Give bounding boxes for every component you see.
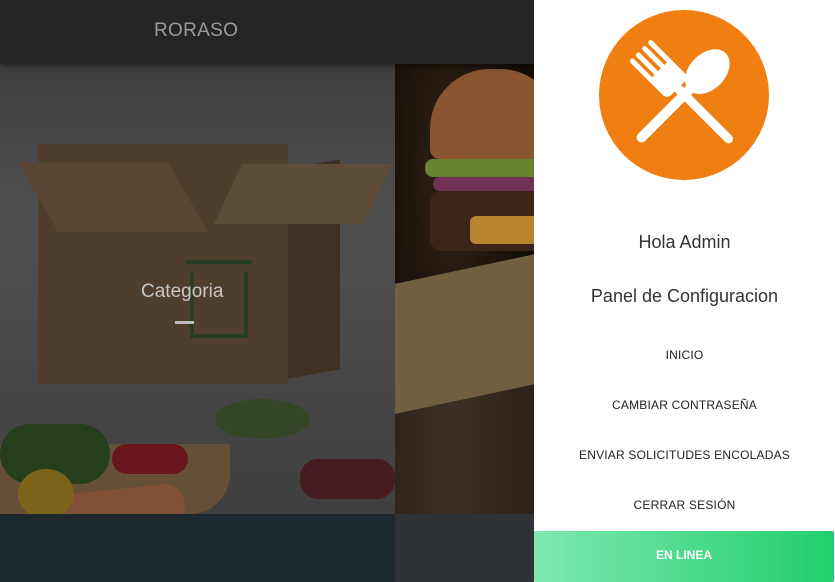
fork-spoon-logo-icon — [599, 10, 769, 180]
burger-cheese-image — [470, 216, 535, 244]
online-status-bar: EN LINEA — [534, 531, 834, 582]
menu-item-send-queued-requests[interactable]: ENVIAR SOLICITUDES ENCOLADAS — [534, 440, 835, 470]
app-bar: RORASO — [0, 0, 534, 64]
greeting-text: Hola Admin — [638, 232, 731, 252]
panel-title: Panel de Configuracion — [590, 286, 779, 306]
burger-onion-image — [433, 177, 535, 191]
burger-lettuce-image — [425, 159, 535, 177]
menu-item-logout[interactable]: CERRAR SESIÓN — [534, 490, 835, 520]
burger-bun-image — [430, 69, 535, 159]
category-tile-label: Categoria — [141, 281, 224, 302]
app-screen: RORASO Categoria Hola Admin Panel de Con… — [0, 0, 835, 582]
bottom-left-tile[interactable] — [0, 514, 395, 582]
category-tile[interactable]: Categoria — [0, 64, 395, 514]
menu-item-change-password[interactable]: CAMBIAR CONTRASEÑA — [534, 390, 835, 420]
app-title: RORASO — [154, 20, 239, 41]
side-drawer: Hola Admin Panel de Configuracion INICIO… — [534, 0, 835, 582]
category-tile-underline — [175, 321, 194, 324]
burger-tile[interactable] — [395, 64, 535, 514]
menu-item-inicio[interactable]: INICIO — [534, 340, 835, 370]
bottom-right-tile[interactable] — [395, 514, 535, 582]
